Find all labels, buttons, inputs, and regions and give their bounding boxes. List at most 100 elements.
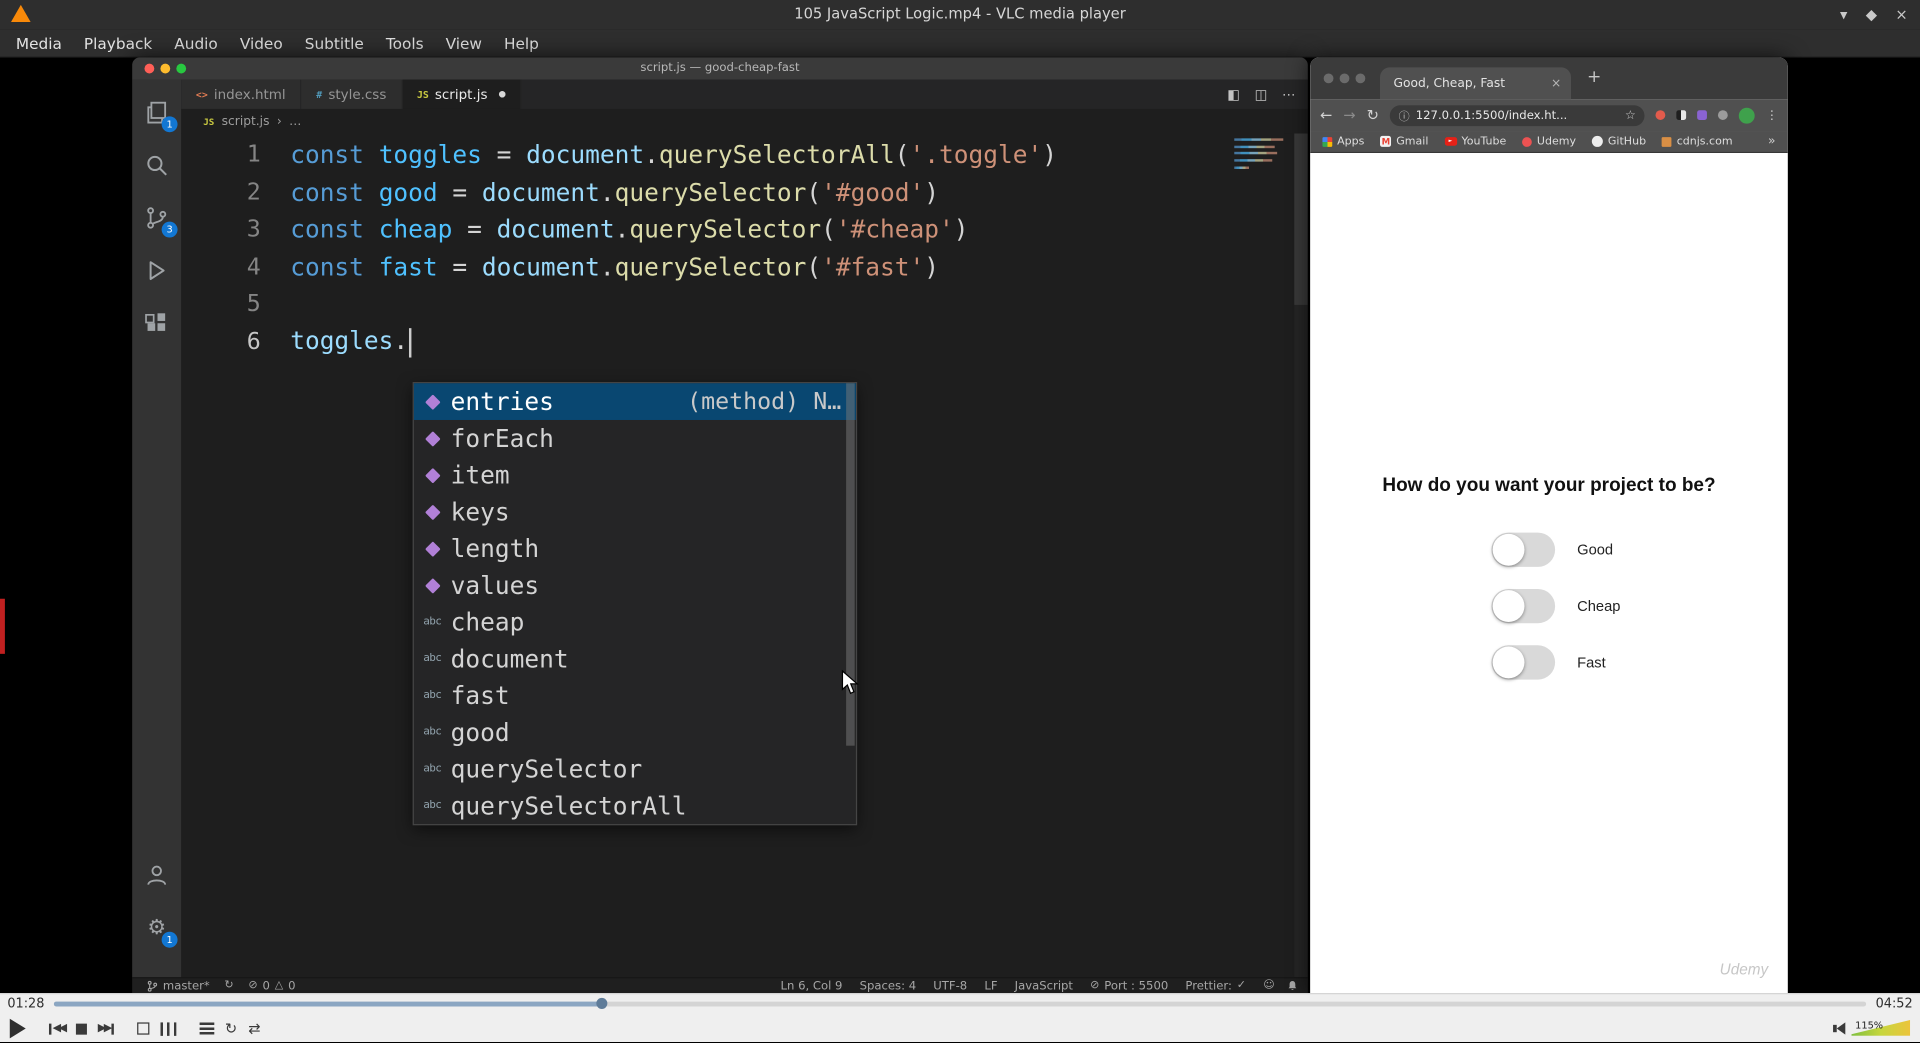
bookmark-youtube[interactable]: YouTube xyxy=(1444,135,1506,148)
status-branch[interactable]: master* xyxy=(147,979,210,992)
account-button[interactable] xyxy=(141,860,173,892)
new-tab-button[interactable]: + xyxy=(1587,67,1601,87)
bookmarks-overflow-icon[interactable]: » xyxy=(1768,135,1776,148)
toggle-switch-cheap[interactable] xyxy=(1491,588,1556,623)
status-spaces-4[interactable]: Spaces: 4 xyxy=(860,979,917,992)
status-lf[interactable]: LF xyxy=(984,979,997,992)
toggle-switch-fast[interactable] xyxy=(1491,644,1556,679)
bookmark-udemy[interactable]: Udemy xyxy=(1522,135,1576,148)
profile-avatar[interactable] xyxy=(1738,107,1755,124)
menu-playback[interactable]: Playback xyxy=(73,34,163,52)
status-problems[interactable]: ⊘ 0 △ 0 xyxy=(248,979,295,992)
menu-audio[interactable]: Audio xyxy=(163,34,229,52)
loop-button[interactable]: ↻ xyxy=(225,1021,237,1036)
search-button[interactable] xyxy=(141,149,173,181)
back-button[interactable]: ← xyxy=(1320,107,1332,124)
settings-button[interactable]: ⚙ 1 xyxy=(141,912,178,948)
suggestion-values[interactable]: values xyxy=(414,567,856,604)
shuffle-button[interactable]: ⇄ xyxy=(248,1021,260,1036)
suggestion-querySelectorAll[interactable]: abc querySelectorAll xyxy=(414,787,856,824)
suggest-scrollbar[interactable] xyxy=(846,383,856,824)
breadcrumb-more[interactable]: … xyxy=(289,114,301,127)
status-javascript[interactable]: JavaScript xyxy=(1015,979,1073,992)
menu-media[interactable]: Media xyxy=(5,34,73,52)
bell-icon[interactable] xyxy=(1287,980,1298,992)
menu-help[interactable]: Help xyxy=(493,34,550,52)
menu-view[interactable]: View xyxy=(435,34,493,52)
code-token: const xyxy=(290,214,364,244)
source-control-button[interactable]: 3 xyxy=(141,202,178,238)
split-editor-icon[interactable]: ◫ xyxy=(1255,86,1268,102)
bookmark-gmail[interactable]: M Gmail xyxy=(1380,135,1428,148)
shade-button[interactable]: ▾ xyxy=(1840,6,1847,23)
toggle-switch-good[interactable] xyxy=(1491,532,1556,567)
reload-button[interactable]: ↻ xyxy=(1367,107,1379,124)
speaker-icon[interactable] xyxy=(1833,1022,1846,1035)
address-bar[interactable]: ⓘ 127.0.0.1:5500/index.ht... ☆ xyxy=(1390,104,1645,126)
close-button[interactable]: × xyxy=(1895,6,1907,23)
bookmark-cdnjs[interactable]: cdnjs.com xyxy=(1661,135,1733,148)
open-changes-icon[interactable]: ◧ xyxy=(1227,86,1240,102)
seek-bar[interactable] xyxy=(54,994,1866,1014)
extensions-puzzle-icon[interactable] xyxy=(1717,110,1728,120)
volume-slider[interactable]: 115% xyxy=(1851,1019,1911,1037)
bookmark-apps[interactable]: Apps xyxy=(1322,135,1364,148)
breadcrumb-file[interactable]: script.js xyxy=(222,114,270,127)
playlist-button[interactable] xyxy=(199,1022,214,1035)
status-utf-8[interactable]: UTF-8 xyxy=(933,979,967,992)
suggestion-length[interactable]: length xyxy=(414,530,856,567)
stop-button[interactable] xyxy=(75,1023,87,1035)
suggestion-fast[interactable]: abc fast xyxy=(414,677,856,714)
tab-style.css[interactable]: # style.css xyxy=(301,79,403,109)
suggestion-item[interactable]: item xyxy=(414,457,856,494)
bookmark-github[interactable]: GitHub xyxy=(1591,135,1646,148)
maximize-button[interactable]: ◆ xyxy=(1866,6,1877,23)
next-button[interactable]: ▶▶ xyxy=(98,1022,114,1035)
play-button[interactable] xyxy=(9,1018,26,1039)
explorer-button[interactable]: 1 xyxy=(141,97,178,133)
menu-subtitle[interactable]: Subtitle xyxy=(294,34,375,52)
browser-tab[interactable]: Good, Cheap, Fast × xyxy=(1380,67,1572,100)
previous-button[interactable]: ◀◀ xyxy=(48,1022,67,1035)
editor-scrollbar-thumb[interactable] xyxy=(1294,133,1308,305)
suggestion-keys[interactable]: keys xyxy=(414,493,856,530)
tab-index.html[interactable]: <> index.html xyxy=(181,79,302,109)
status-prettier-[interactable]: Prettier: ✓ xyxy=(1185,979,1246,992)
feedback-smiley-icon[interactable]: ☺ xyxy=(1263,980,1274,992)
extension-flag-icon[interactable] xyxy=(1676,110,1687,120)
suggestion-document[interactable]: abc document xyxy=(414,640,856,677)
bookmark-star-icon[interactable]: ☆ xyxy=(1625,108,1636,121)
extended-settings-button[interactable] xyxy=(160,1021,176,1036)
code-token: querySelectorAll xyxy=(658,139,895,170)
tab-close-icon[interactable]: × xyxy=(1551,77,1561,90)
fullscreen-button[interactable] xyxy=(136,1022,150,1035)
extensions-button[interactable] xyxy=(141,307,173,339)
minimap[interactable] xyxy=(1234,138,1293,172)
status-port-5500[interactable]: ⊘ Port : 5500 xyxy=(1090,979,1168,992)
url-text[interactable]: 127.0.0.1:5500/index.ht... xyxy=(1416,108,1619,121)
suggestion-entries[interactable]: entries (method) N… xyxy=(413,383,856,420)
suggestion-querySelector[interactable]: abc querySelector xyxy=(414,751,856,788)
tabbar-actions: ◧ ◫ ⋯ xyxy=(1227,80,1308,109)
method-icon xyxy=(421,506,443,517)
site-info-icon[interactable]: ⓘ xyxy=(1399,107,1410,123)
extension-red-icon[interactable] xyxy=(1655,110,1666,120)
video-area[interactable]: script.js — good-cheap-fast 1 3 ⚙ 1 <> i… xyxy=(0,57,1920,994)
forward-button[interactable]: → xyxy=(1343,107,1355,124)
suggestion-good[interactable]: abc good xyxy=(414,714,856,751)
breadcrumb[interactable]: JS script.js › … xyxy=(181,108,1308,134)
tab-script.js[interactable]: JS script.js ● xyxy=(402,79,522,109)
suggestion-cheap[interactable]: abc cheap xyxy=(414,604,856,641)
status-ln-6-col-9[interactable]: Ln 6, Col 9 xyxy=(781,979,843,992)
extension-purple-icon[interactable] xyxy=(1697,110,1707,120)
editor-scrollbar[interactable] xyxy=(1294,133,1308,977)
browser-menu-icon[interactable]: ⋮ xyxy=(1766,108,1778,121)
run-debug-button[interactable] xyxy=(141,255,173,287)
suggestion-forEach[interactable]: forEach xyxy=(414,420,856,457)
more-actions-icon[interactable]: ⋯ xyxy=(1282,86,1295,102)
seek-handle[interactable] xyxy=(596,997,608,1009)
status-label: Ln 6, Col 9 xyxy=(780,978,843,993)
menu-tools[interactable]: Tools xyxy=(375,34,435,52)
menu-video[interactable]: Video xyxy=(229,34,294,52)
status-sync[interactable]: ↻ xyxy=(224,980,233,992)
